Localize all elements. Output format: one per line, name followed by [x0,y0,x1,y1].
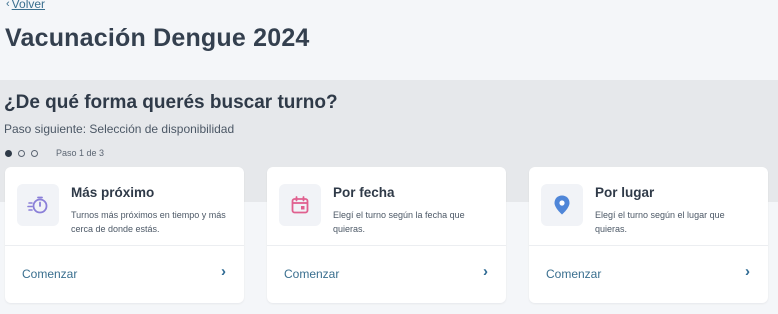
next-step-text: Paso siguiente: Selección de disponibili… [4,122,235,136]
card-divider [5,245,244,246]
back-label: Volver [11,0,46,11]
option-card-by-date[interactable]: Por fecha Elegí el turno según la fecha … [267,167,506,303]
option-title: Por lugar [595,185,655,200]
wizard-question: ¿De qué forma querés buscar turno? [4,92,338,113]
option-description: Elegí el turno según el lugar que quiera… [595,210,725,234]
chevron-right-icon[interactable]: › [221,263,226,280]
back-link[interactable]: ‹ Volver [6,0,45,11]
chevron-left-icon: ‹ [6,0,10,10]
step-dot-1 [5,149,12,157]
chevron-right-icon[interactable]: › [483,263,488,280]
option-description: Elegí el turno según la fecha que quiera… [333,210,465,234]
option-title: Por fecha [333,185,395,200]
timer-icon [17,184,59,226]
option-title: Más próximo [71,185,155,200]
step-dot-3 [31,149,38,157]
page-title: Vacunación Dengue 2024 [5,24,310,52]
chevron-right-icon[interactable]: › [745,263,750,280]
calendar-icon [279,184,321,226]
option-description: Turnos más próximos en tiempo y más cerc… [71,210,226,234]
step-label: Paso 1 de 3 [56,148,105,158]
start-button[interactable]: Comenzar [546,267,601,281]
location-pin-icon [541,184,583,226]
step-indicator: Paso 1 de 3 [5,148,104,158]
page-header: ‹ Volver Vacunación Dengue 2024 [0,0,778,80]
start-button[interactable]: Comenzar [284,267,339,281]
step-dot-2 [18,149,25,157]
option-card-nearest[interactable]: Más próximo Turnos más próximos en tiemp… [5,167,244,303]
start-button[interactable]: Comenzar [22,267,77,281]
option-card-by-place[interactable]: Por lugar Elegí el turno según el lugar … [529,167,768,303]
card-divider [529,245,768,246]
card-divider [267,245,506,246]
